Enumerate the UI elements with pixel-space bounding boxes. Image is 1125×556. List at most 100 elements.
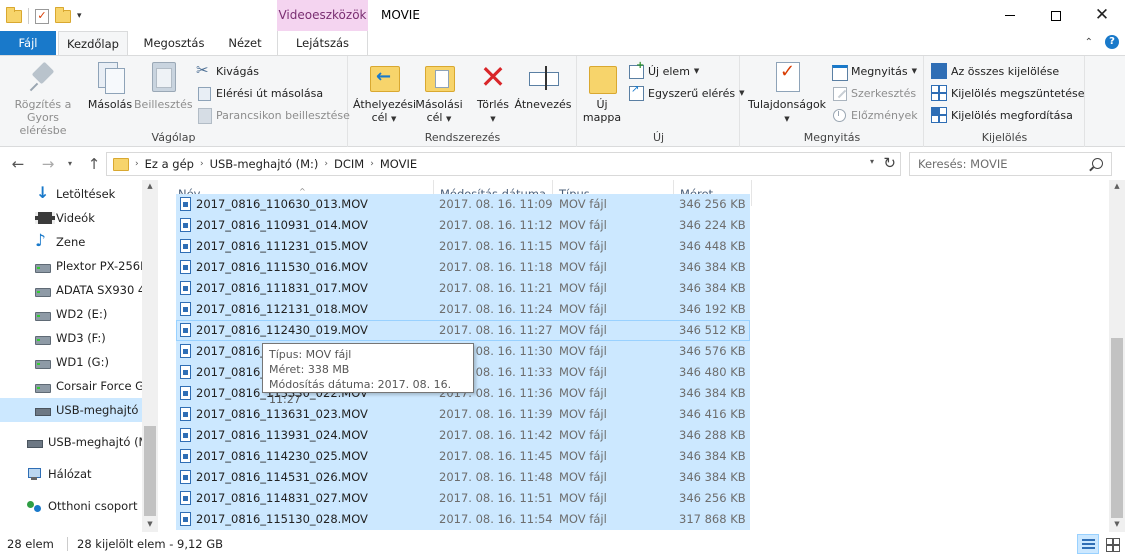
invert-selection-button[interactable]: Kijelölés megfordítása (931, 105, 1073, 125)
sidebar-item-corsair[interactable]: Corsair Force GT (0, 374, 142, 398)
breadcrumb-dcim[interactable]: DCIM (334, 157, 364, 171)
sidebar-item-downloads[interactable]: Letöltések (0, 182, 142, 206)
file-date: 2017. 08. 16. 11:12 (439, 218, 553, 232)
sidebar-item-adata[interactable]: ADATA SX930 48 (0, 278, 142, 302)
up-button[interactable]: ↑ (84, 154, 104, 174)
table-row[interactable]: 2017_0816_110630_013.MOV 2017. 08. 16. 11… (176, 194, 750, 215)
scroll-down-icon[interactable]: ▼ (1109, 520, 1125, 528)
table-row[interactable]: 2017_0816_113931_024.MOV 2017. 08. 16. 11… (176, 425, 750, 446)
sidebar-item-music[interactable]: Zene (0, 230, 142, 254)
table-row[interactable]: 2017_0816_112131_018.MOV 2017. 08. 16. 11… (176, 299, 750, 320)
copy-to-button[interactable]: Másolási cél ▼ (413, 60, 465, 126)
tab-play[interactable]: Lejátszás (277, 31, 368, 55)
table-row[interactable]: 2017_0816_113631_023.MOV 2017. 08. 16. 11… (176, 404, 750, 425)
breadcrumb-usb-drive[interactable]: USB-meghajtó (M:) (210, 157, 319, 171)
quick-access-toolbar: ✓ ▾ (6, 6, 82, 26)
select-none-button[interactable]: Kijelölés megszüntetése (931, 83, 1085, 103)
history-button[interactable]: Előzmények (831, 105, 918, 125)
copy-path-button[interactable]: Elérési út másolása (196, 83, 323, 103)
file-date: 2017. 08. 16. 11:45 (439, 449, 553, 463)
table-row[interactable]: 2017_0816_110931_014.MOV 2017. 08. 16. 11… (176, 215, 750, 236)
tooltip-type: Típus: MOV fájl (269, 348, 352, 361)
scroll-up-icon[interactable]: ▲ (142, 182, 158, 190)
new-item-button[interactable]: Új elem ▼ (628, 60, 699, 81)
select-all-button[interactable]: Az összes kijelölése (931, 61, 1059, 81)
paste-button[interactable]: Beillesztés (134, 60, 193, 111)
scroll-up-icon[interactable]: ▲ (1109, 182, 1125, 190)
details-view-icon[interactable] (1077, 534, 1099, 554)
sidebar-item-videos[interactable]: Videók (0, 206, 142, 230)
address-bar[interactable]: › Ez a gép › USB-meghajtó (M:) › DCIM › … (106, 152, 901, 176)
properties-button[interactable]: Tulajdonságok ▼ (745, 60, 829, 126)
table-row[interactable]: 2017_0816_114230_025.MOV 2017. 08. 16. 11… (176, 446, 750, 467)
customize-qat-icon[interactable]: ▾ (77, 11, 82, 21)
recent-locations-button[interactable]: ▾ (60, 154, 80, 174)
large-icons-view-icon[interactable] (1101, 534, 1123, 554)
tab-share[interactable]: Megosztás (136, 31, 212, 55)
chevron-right-icon[interactable]: › (200, 159, 204, 169)
delete-button[interactable]: ✕ Törlés ▼ (473, 60, 513, 126)
maximize-icon (1051, 10, 1061, 21)
breadcrumb-movie[interactable]: MOVIE (380, 157, 417, 171)
table-row-hovered[interactable]: 2017_0816_112430_019.MOV 2017. 08. 16. 11… (176, 320, 750, 341)
scrollbar-thumb[interactable] (144, 426, 156, 516)
tab-home[interactable]: Kezdőlap (58, 31, 128, 56)
sidebar-item-usb-drive[interactable]: USB-meghajtó (M (0, 430, 142, 454)
edit-button[interactable]: Szerkesztés (831, 83, 916, 103)
file-size: 346 288 KB (679, 428, 745, 442)
table-row[interactable]: 2017_0816_111231_015.MOV 2017. 08. 16. 11… (176, 236, 750, 257)
search-input[interactable]: Keresés: MOVIE (909, 152, 1112, 176)
collapse-ribbon-icon[interactable]: ⌃ (1085, 37, 1093, 48)
file-date: 2017. 08. 16. 11:24 (439, 302, 553, 316)
table-row[interactable]: 2017_0816_114531_026.MOV 2017. 08. 16. 11… (176, 467, 750, 488)
cut-button[interactable]: Kivágás (196, 61, 259, 81)
table-row[interactable]: 2017_0816_111831_017.MOV 2017. 08. 16. 11… (176, 278, 750, 299)
properties-qat-icon[interactable]: ✓ (35, 8, 49, 24)
maximize-button[interactable] (1033, 0, 1079, 31)
file-icon (180, 407, 191, 421)
table-row[interactable]: 2017_0816_115130_028.MOV 2017. 08. 16. 11… (176, 509, 750, 530)
chevron-right-icon[interactable]: › (135, 159, 139, 169)
sidebar-item-wd3[interactable]: WD3 (F:) (0, 326, 142, 350)
scroll-down-icon[interactable]: ▼ (142, 520, 158, 528)
copy-button[interactable]: Másolás (86, 60, 134, 111)
sidebar-item-usb-drive-selected[interactable]: USB-meghajtó (M (0, 398, 142, 422)
easy-access-button[interactable]: Egyszerű elérés ▼ (628, 83, 744, 103)
table-row[interactable]: 2017_0816_111530_016.MOV 2017. 08. 16. 11… (176, 257, 750, 278)
sidebar-item-label: USB-meghajtó (M (48, 435, 142, 449)
search-icon[interactable] (1092, 158, 1103, 169)
file-list-scrollbar[interactable]: ▲ ▼ (1109, 180, 1125, 532)
close-button[interactable]: ✕ (1079, 0, 1125, 31)
table-row[interactable]: 2017_0816_114831_027.MOV 2017. 08. 16. 11… (176, 488, 750, 509)
sidebar-item-wd2[interactable]: WD2 (E:) (0, 302, 142, 326)
new-folder-button[interactable]: Új mappa (580, 60, 624, 124)
tab-view[interactable]: Nézet (220, 31, 270, 55)
open-button[interactable]: Megnyitás ▼ (831, 61, 917, 81)
tab-file[interactable]: Fájl (0, 31, 56, 55)
file-icon (180, 428, 191, 442)
refresh-icon[interactable]: ↻ (883, 154, 896, 172)
chevron-down-icon[interactable]: ▾ (870, 157, 874, 166)
scrollbar-thumb[interactable] (1111, 338, 1123, 518)
breadcrumb-this-pc[interactable]: Ez a gép (145, 157, 194, 171)
forward-button[interactable]: → (38, 154, 58, 174)
sidebar-item-plextor[interactable]: Plextor PX-256M (0, 254, 142, 278)
pin-quick-access-button[interactable]: Rögzítés a Gyors elérésbe (4, 60, 82, 137)
sidebar-item-homegroup[interactable]: Otthoni csoport (0, 494, 142, 518)
minimize-button[interactable] (987, 0, 1033, 31)
back-button[interactable]: ← (8, 154, 28, 174)
navigation-scrollbar[interactable]: ▲ ▼ (142, 180, 158, 532)
new-folder-icon (586, 60, 618, 94)
paste-shortcut-button[interactable]: Parancsikon beillesztése (196, 105, 350, 125)
sidebar-item-wd1[interactable]: WD1 (G:) (0, 350, 142, 374)
delete-icon: ✕ (479, 58, 507, 96)
chevron-right-icon[interactable]: › (370, 159, 374, 169)
move-to-button[interactable]: Áthelyezési cél ▼ (353, 60, 416, 126)
item-count: 28 elem (7, 537, 54, 551)
sidebar-item-network[interactable]: Hálózat (0, 462, 142, 486)
file-name: 2017_0816_115130_028.MOV (196, 512, 368, 526)
rename-button[interactable]: Átnevezés (513, 60, 573, 111)
chevron-right-icon[interactable]: › (324, 159, 328, 169)
help-icon[interactable]: ? (1105, 35, 1119, 49)
new-folder-qat-icon[interactable] (55, 6, 71, 23)
